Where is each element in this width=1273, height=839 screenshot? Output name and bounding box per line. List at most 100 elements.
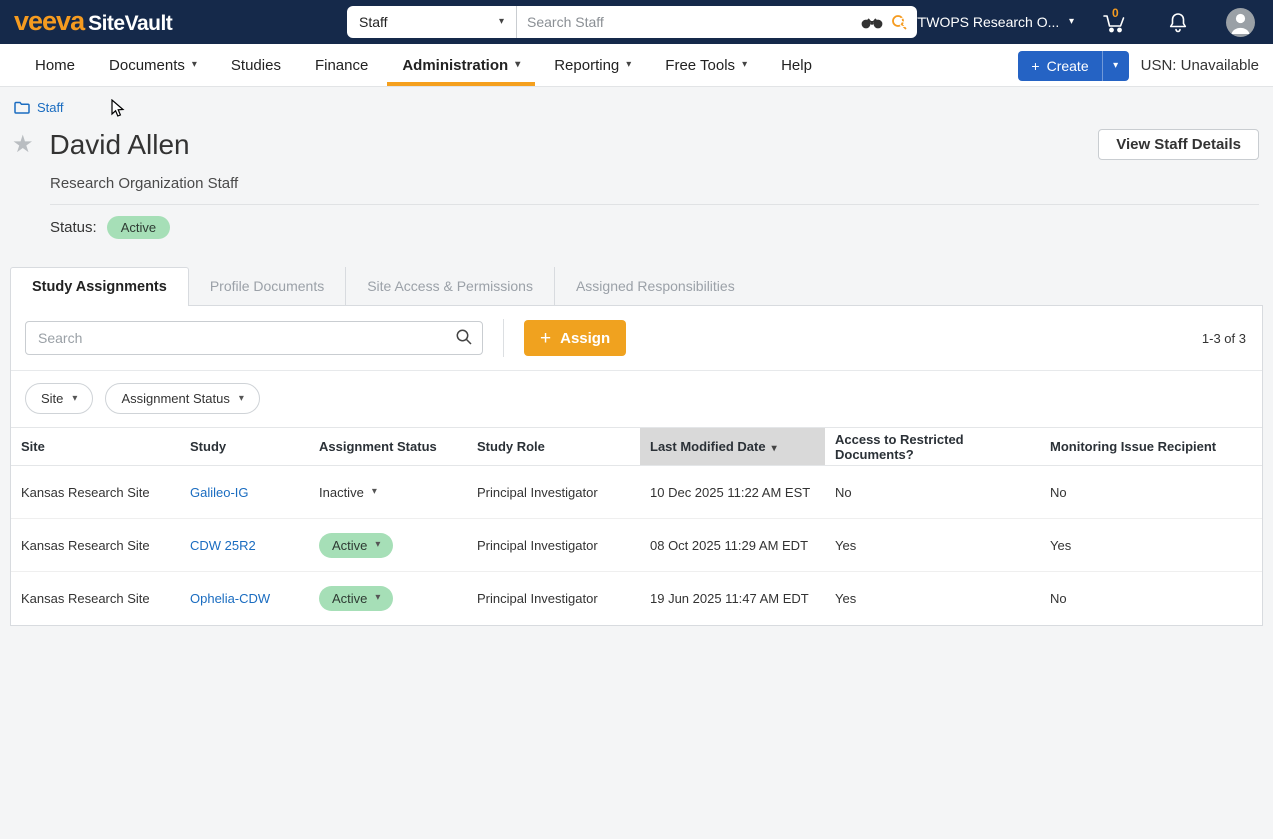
cell-last-modified: 10 Dec 2025 11:22 AM EST — [640, 466, 825, 519]
nav-studies[interactable]: Studies — [214, 44, 298, 86]
table-header-row: Site Study Assignment Status Study Role … — [11, 428, 1262, 466]
cell-last-modified: 08 Oct 2025 11:29 AM EDT — [640, 519, 825, 572]
breadcrumb-staff-link[interactable]: Staff — [37, 100, 64, 115]
tab-profile-documents[interactable]: Profile Documents — [189, 267, 345, 305]
plus-icon: + — [540, 329, 551, 348]
study-link[interactable]: CDW 25R2 — [190, 538, 256, 553]
search-icon[interactable] — [455, 328, 473, 346]
assignments-search-input[interactable] — [25, 321, 483, 355]
folder-icon — [14, 101, 30, 114]
cell-site: Kansas Research Site — [11, 519, 180, 572]
cell-monitoring-recipient: No — [1040, 466, 1262, 519]
create-button[interactable]: + Create — [1018, 51, 1102, 81]
chevron-down-icon: ▾ — [499, 17, 504, 27]
chevron-down-icon: ▾ — [742, 60, 747, 70]
cell-restricted-access: Yes — [825, 519, 1040, 572]
org-select[interactable]: SVTWOPS Research O... ▾ — [899, 14, 1074, 30]
study-link[interactable]: Ophelia-CDW — [190, 591, 270, 606]
cell-restricted-access: Yes — [825, 572, 1040, 625]
global-search-input[interactable] — [517, 6, 857, 38]
toolbar-divider — [503, 319, 504, 357]
search-scope-select[interactable]: Staff ▾ — [347, 6, 517, 38]
filter-bar: Site ▾ Assignment Status ▾ — [11, 371, 1262, 427]
pagination-range: 1-3 of 3 — [1202, 331, 1250, 346]
cell-study-role: Principal Investigator — [467, 466, 640, 519]
org-select-value: SVTWOPS Research O... — [899, 14, 1059, 30]
nav-finance[interactable]: Finance — [298, 44, 385, 86]
cell-study-role: Principal Investigator — [467, 572, 640, 625]
detail-tabs: Study Assignments Profile Documents Site… — [10, 266, 1263, 305]
chevron-down-icon: ▾ — [375, 540, 380, 550]
nav-administration[interactable]: Administration▾ — [385, 44, 537, 86]
nav-free-tools[interactable]: Free Tools▾ — [648, 44, 764, 86]
favorite-star-icon[interactable]: ★ — [12, 133, 34, 157]
chevron-down-icon: ▾ — [192, 60, 197, 70]
chevron-down-icon: ▾ — [372, 487, 377, 497]
nav-reporting[interactable]: Reporting▾ — [537, 44, 648, 86]
sitevault-logo-text: SiteVault — [88, 12, 172, 36]
nav-help[interactable]: Help — [764, 44, 829, 86]
chevron-down-icon: ▾ — [515, 60, 520, 70]
page-subtitle: Research Organization Staff — [0, 161, 1273, 192]
status-badge: Active — [107, 216, 170, 239]
assign-button[interactable]: + Assign — [524, 320, 626, 356]
usn-status-label: USN: Unavailable — [1141, 57, 1259, 74]
topbar-right: SVTWOPS Research O... ▾ 0 — [899, 0, 1273, 44]
status-dropdown[interactable]: Active ▾ — [319, 586, 393, 611]
filter-site[interactable]: Site ▾ — [25, 383, 93, 414]
cart-count-badge: 0 — [1112, 6, 1119, 20]
veeva-logo: veeva — [14, 8, 84, 35]
tab-assigned-responsibilities[interactable]: Assigned Responsibilities — [554, 267, 756, 305]
cell-status: Active ▾ — [309, 572, 467, 625]
cell-study: CDW 25R2 — [180, 519, 309, 572]
create-dropdown-button[interactable]: ▾ — [1103, 51, 1129, 81]
cell-restricted-access: No — [825, 466, 1040, 519]
col-header-monitoring-issue[interactable]: Monitoring Issue Recipient — [1040, 428, 1262, 466]
col-header-access-restricted[interactable]: Access to Restricted Documents? — [825, 428, 1040, 466]
col-header-last-modified-date[interactable]: Last Modified Date▾ — [640, 428, 825, 466]
status-row: Status: Active — [0, 205, 1273, 239]
cell-status: Active ▾ — [309, 519, 467, 572]
advanced-search-binoculars-icon[interactable] — [857, 6, 887, 38]
status-dropdown[interactable]: Inactive ▾ — [319, 485, 377, 500]
global-search: Staff ▾ — [347, 6, 917, 38]
view-staff-details-button[interactable]: View Staff Details — [1098, 129, 1259, 160]
status-dropdown[interactable]: Active ▾ — [319, 533, 393, 558]
col-header-study-role[interactable]: Study Role — [467, 428, 640, 466]
col-header-assignment-status[interactable]: Assignment Status — [309, 428, 467, 466]
col-header-site[interactable]: Site — [11, 428, 180, 466]
status-label: Status: — [50, 219, 97, 236]
sort-descending-icon: ▾ — [772, 443, 777, 454]
panel-toolbar: + Assign 1-3 of 3 — [11, 306, 1262, 370]
avatar[interactable] — [1226, 8, 1255, 37]
cell-last-modified: 19 Jun 2025 11:47 AM EDT — [640, 572, 825, 625]
tab-site-access-permissions[interactable]: Site Access & Permissions — [345, 267, 554, 305]
col-header-study[interactable]: Study — [180, 428, 309, 466]
table-row: Kansas Research Site CDW 25R2 Active ▾ P… — [11, 519, 1262, 572]
tab-study-assignments[interactable]: Study Assignments — [10, 267, 189, 306]
cell-status: Inactive ▾ — [309, 466, 467, 519]
study-link[interactable]: Galileo-IG — [190, 485, 249, 500]
chevron-down-icon: ▾ — [375, 593, 380, 603]
chevron-down-icon: ▾ — [239, 394, 244, 404]
notifications-bell-icon[interactable] — [1168, 11, 1188, 33]
search-scope-value: Staff — [359, 14, 388, 30]
cell-monitoring-recipient: No — [1040, 572, 1262, 625]
page-title: David Allen — [50, 129, 190, 161]
chevron-down-icon: ▾ — [1113, 61, 1118, 71]
assignments-table: Site Study Assignment Status Study Role … — [11, 427, 1262, 625]
chevron-down-icon: ▾ — [1069, 17, 1074, 27]
chevron-down-icon: ▾ — [626, 60, 631, 70]
nav-home[interactable]: Home — [18, 44, 92, 86]
nav-documents[interactable]: Documents▾ — [92, 44, 214, 86]
chevron-down-icon: ▾ — [72, 394, 77, 404]
page-header: ★ David Allen View Staff Details — [0, 115, 1273, 161]
main-nav: Home Documents▾ Studies Finance Administ… — [0, 44, 1273, 87]
cell-site: Kansas Research Site — [11, 572, 180, 625]
assignments-search — [25, 321, 483, 355]
cart-icon[interactable]: 0 — [1102, 10, 1128, 34]
filter-assignment-status[interactable]: Assignment Status ▾ — [105, 383, 259, 414]
app-logo[interactable]: veeva SiteVault — [0, 8, 172, 36]
cell-study: Ophelia-CDW — [180, 572, 309, 625]
cell-study-role: Principal Investigator — [467, 519, 640, 572]
